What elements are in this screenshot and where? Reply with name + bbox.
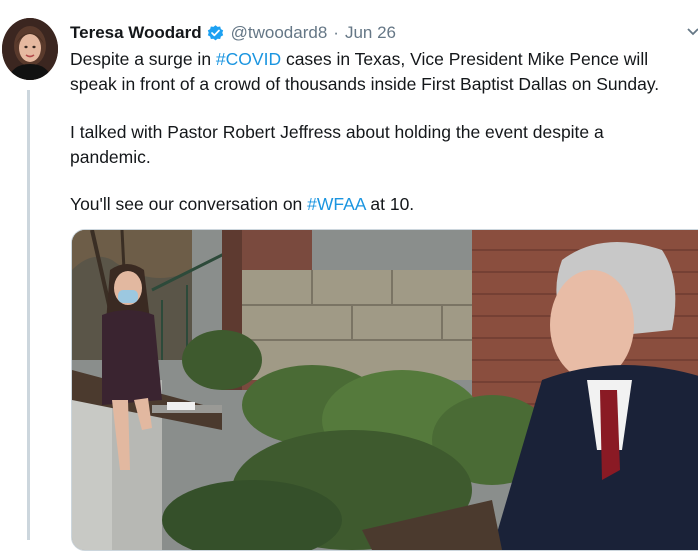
tweet-text-line: You'll see our conversation on #WFAA at … [70,192,698,217]
text-segment: Despite a surge in [70,49,216,69]
chevron-down-icon[interactable] [686,22,698,42]
separator-dot: · [333,23,339,42]
avatar[interactable] [2,18,58,80]
text-segment: cases in Texas, Vice President Mike Penc… [281,49,649,69]
tweet-text-line: speak in front of a crowd of thousands i… [70,74,660,94]
author-handle[interactable]: @twoodard8 [231,23,328,43]
tweet[interactable]: Teresa Woodard @twoodard8 · Jun 26 Despi… [0,0,698,551]
verified-badge-icon [206,24,225,43]
author-name[interactable]: Teresa Woodard [70,23,202,43]
tweet-header: Teresa Woodard @twoodard8 · Jun 26 [70,22,396,44]
tweet-date[interactable]: Jun 26 [345,23,396,43]
text-segment: You'll see our conversation on [70,194,308,214]
tweet-media-image[interactable] [71,229,698,551]
hashtag-covid[interactable]: #COVID [216,49,281,69]
thread-line [27,90,30,540]
tweet-text-line: Despite a surge in #COVID cases in Texas… [70,47,698,72]
text-segment: at 10. [365,194,415,214]
tweet-text-line: pandemic. [70,147,151,167]
hashtag-wfaa[interactable]: #WFAA [307,194,365,214]
tweet-text-line: I talked with Pastor Robert Jeffress abo… [70,122,604,142]
